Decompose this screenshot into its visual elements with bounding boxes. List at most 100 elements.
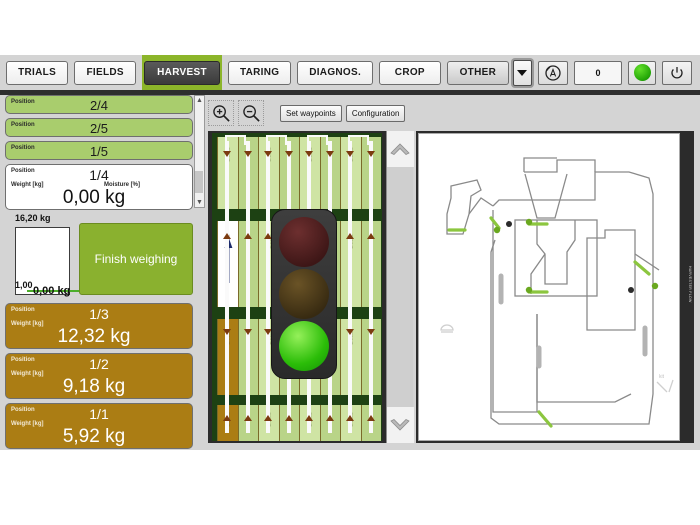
waypoint-direction-arrow	[366, 151, 375, 157]
traffic-light-green	[279, 321, 329, 371]
circled-a-icon	[545, 64, 561, 81]
harvester-flow-svg: kit	[440, 157, 674, 428]
list-item[interactable]: Position 2/4	[5, 95, 193, 114]
waypoint-turn-hook	[307, 135, 328, 145]
waypoint-direction-arrow	[305, 151, 313, 157]
svg-text:kit: kit	[659, 374, 665, 380]
waypoint-turn-hook	[348, 135, 369, 145]
waypoint-direction-arrow	[346, 329, 354, 335]
gauge-min-label: 1,00	[15, 280, 33, 290]
tab-taring[interactable]: TARING	[227, 60, 292, 85]
tab-diagnostics[interactable]: DIAGNOS.	[297, 60, 373, 85]
position-value: 1/2	[89, 356, 109, 372]
map-scroll-down-button[interactable]	[386, 407, 414, 443]
position-value: 1/4	[89, 167, 109, 183]
waypoint-direction-arrow	[223, 415, 231, 421]
field-map-stage[interactable]: DEMO PLOTDEMO PLOTDEMO PLOTDEMO PLOTDEMO…	[208, 131, 413, 443]
scrollbar-thumb[interactable]	[195, 171, 203, 193]
status-group: 0	[538, 60, 692, 85]
waypoint-direction-arrow	[243, 329, 252, 335]
weight-value: 9,18 kg	[62, 376, 126, 397]
tab-overflow-dropdown-button[interactable]	[512, 59, 532, 86]
gauge-current-label: 0,00 kg	[33, 285, 71, 297]
waypoint-direction-arrow	[325, 415, 334, 421]
traffic-light-indicator	[271, 209, 337, 379]
waypoint-direction-arrow	[305, 415, 313, 421]
tab-harvest-wrapper: HARVEST	[142, 54, 222, 91]
chevron-down-icon	[390, 419, 410, 431]
tab-crop[interactable]: CROP	[378, 60, 441, 85]
waypoint-direction-arrow	[346, 233, 354, 239]
waypoint-direction-arrow	[223, 233, 231, 239]
list-item[interactable]: Position 2/5	[5, 118, 193, 137]
traffic-light-red	[279, 217, 329, 267]
waypoint-track	[245, 141, 250, 433]
diagram-vertical-caption: HARVESTER FLOW	[688, 266, 692, 303]
completed-entry-list: Position Weight [kg] 1/3 12,32 kg Positi…	[5, 303, 193, 453]
pending-entry-list: Position 2/4 Position 2/5 Position 1/5 P…	[5, 95, 193, 214]
sidebar-scrollbar[interactable]: ▲ ▼	[194, 95, 205, 208]
weight-value: 5,92 kg	[62, 426, 126, 447]
current-weighing-entry[interactable]: Position Weight [kg] Moisture [%] 1/4 0,…	[5, 164, 193, 210]
position-value: 1/1	[89, 406, 109, 422]
main-content: Position 2/4 Position 2/5 Position 1/5 P…	[0, 95, 700, 450]
bottom-blank-area	[0, 450, 700, 525]
waypoint-direction-arrow	[264, 415, 272, 421]
list-item[interactable]: Position 1/5	[5, 141, 193, 160]
weighing-sidebar: Position 2/4 Position 2/5 Position 1/5 P…	[5, 95, 205, 449]
waypoint-direction-arrow	[223, 329, 231, 335]
waypoint-direction-arrow	[284, 151, 293, 157]
zoom-out-button[interactable]	[238, 100, 264, 126]
waypoint-direction-arrow	[346, 151, 354, 157]
chevron-down-icon[interactable]: ▼	[196, 198, 203, 207]
configuration-button[interactable]: Configuration	[345, 104, 406, 122]
map-toolbar: Set waypoints Configuration	[208, 97, 413, 129]
waypoint-direction-arrow	[366, 233, 375, 239]
position-value: 2/4	[89, 98, 109, 113]
green-status-led	[633, 64, 651, 81]
waypoint-direction-arrow	[223, 151, 231, 157]
power-button[interactable]	[662, 60, 692, 85]
chevron-down-icon	[517, 69, 528, 76]
waypoint-track	[348, 141, 352, 433]
tab-harvest[interactable]: HARVEST	[144, 60, 220, 85]
auto-mode-button[interactable]	[538, 60, 568, 85]
chevron-up-icon[interactable]: ▲	[196, 96, 203, 105]
zoom-in-icon	[212, 104, 230, 122]
waypoint-direction-arrow	[264, 151, 272, 157]
weighing-controls: 16,20 kg 1,00 0,00 kg Finish weighing	[5, 213, 193, 298]
machine-schematic[interactable]: kit	[418, 133, 680, 441]
waypoint-turn-hook	[266, 135, 287, 145]
field-map-panel: Set waypoints Configuration DEMO PLOTDEM…	[208, 95, 414, 446]
map-scroll-up-button[interactable]	[386, 131, 414, 167]
power-icon	[671, 66, 683, 78]
application-window: TRIALS FIELDS HARVEST TARING DIAGNOS. CR…	[0, 0, 700, 525]
machine-diagram-panel: kit HARVESTER FLOW	[416, 131, 694, 443]
position-value: 2/5	[89, 121, 109, 136]
waypoint-direction-arrow	[284, 415, 293, 421]
waypoint-turn-hook	[225, 135, 246, 145]
counter-value: 0	[574, 60, 622, 85]
list-item[interactable]: Position Weight [kg] 1/2 9,18 kg	[5, 353, 193, 399]
position-value: 1/3	[89, 306, 109, 322]
map-scrollbar[interactable]	[386, 131, 414, 443]
list-item[interactable]: Position Weight [kg] 1/3 12,32 kg	[5, 303, 193, 349]
weight-value: 12,32 kg	[57, 326, 131, 347]
waypoint-track	[266, 141, 270, 433]
waypoint-direction-arrow	[366, 329, 375, 335]
tab-other[interactable]: OTHER	[446, 60, 509, 85]
waypoint-track	[225, 141, 229, 433]
waypoint-direction-arrow	[243, 233, 252, 239]
tab-trials[interactable]: TRIALS	[6, 60, 69, 85]
status-led-box	[628, 60, 656, 85]
waypoint-direction-arrow	[325, 151, 334, 157]
waypoint-direction-arrow	[243, 415, 252, 421]
zoom-in-button[interactable]	[208, 100, 234, 126]
traffic-light-amber	[279, 269, 329, 319]
waypoint-track	[368, 141, 373, 433]
finish-weighing-button[interactable]: Finish weighing	[79, 223, 193, 295]
set-waypoints-button[interactable]: Set waypoints	[280, 104, 342, 122]
waypoint-direction-arrow	[346, 415, 354, 421]
list-item[interactable]: Position Weight [kg] 1/1 5,92 kg	[5, 403, 193, 449]
tab-fields[interactable]: FIELDS	[74, 60, 137, 85]
